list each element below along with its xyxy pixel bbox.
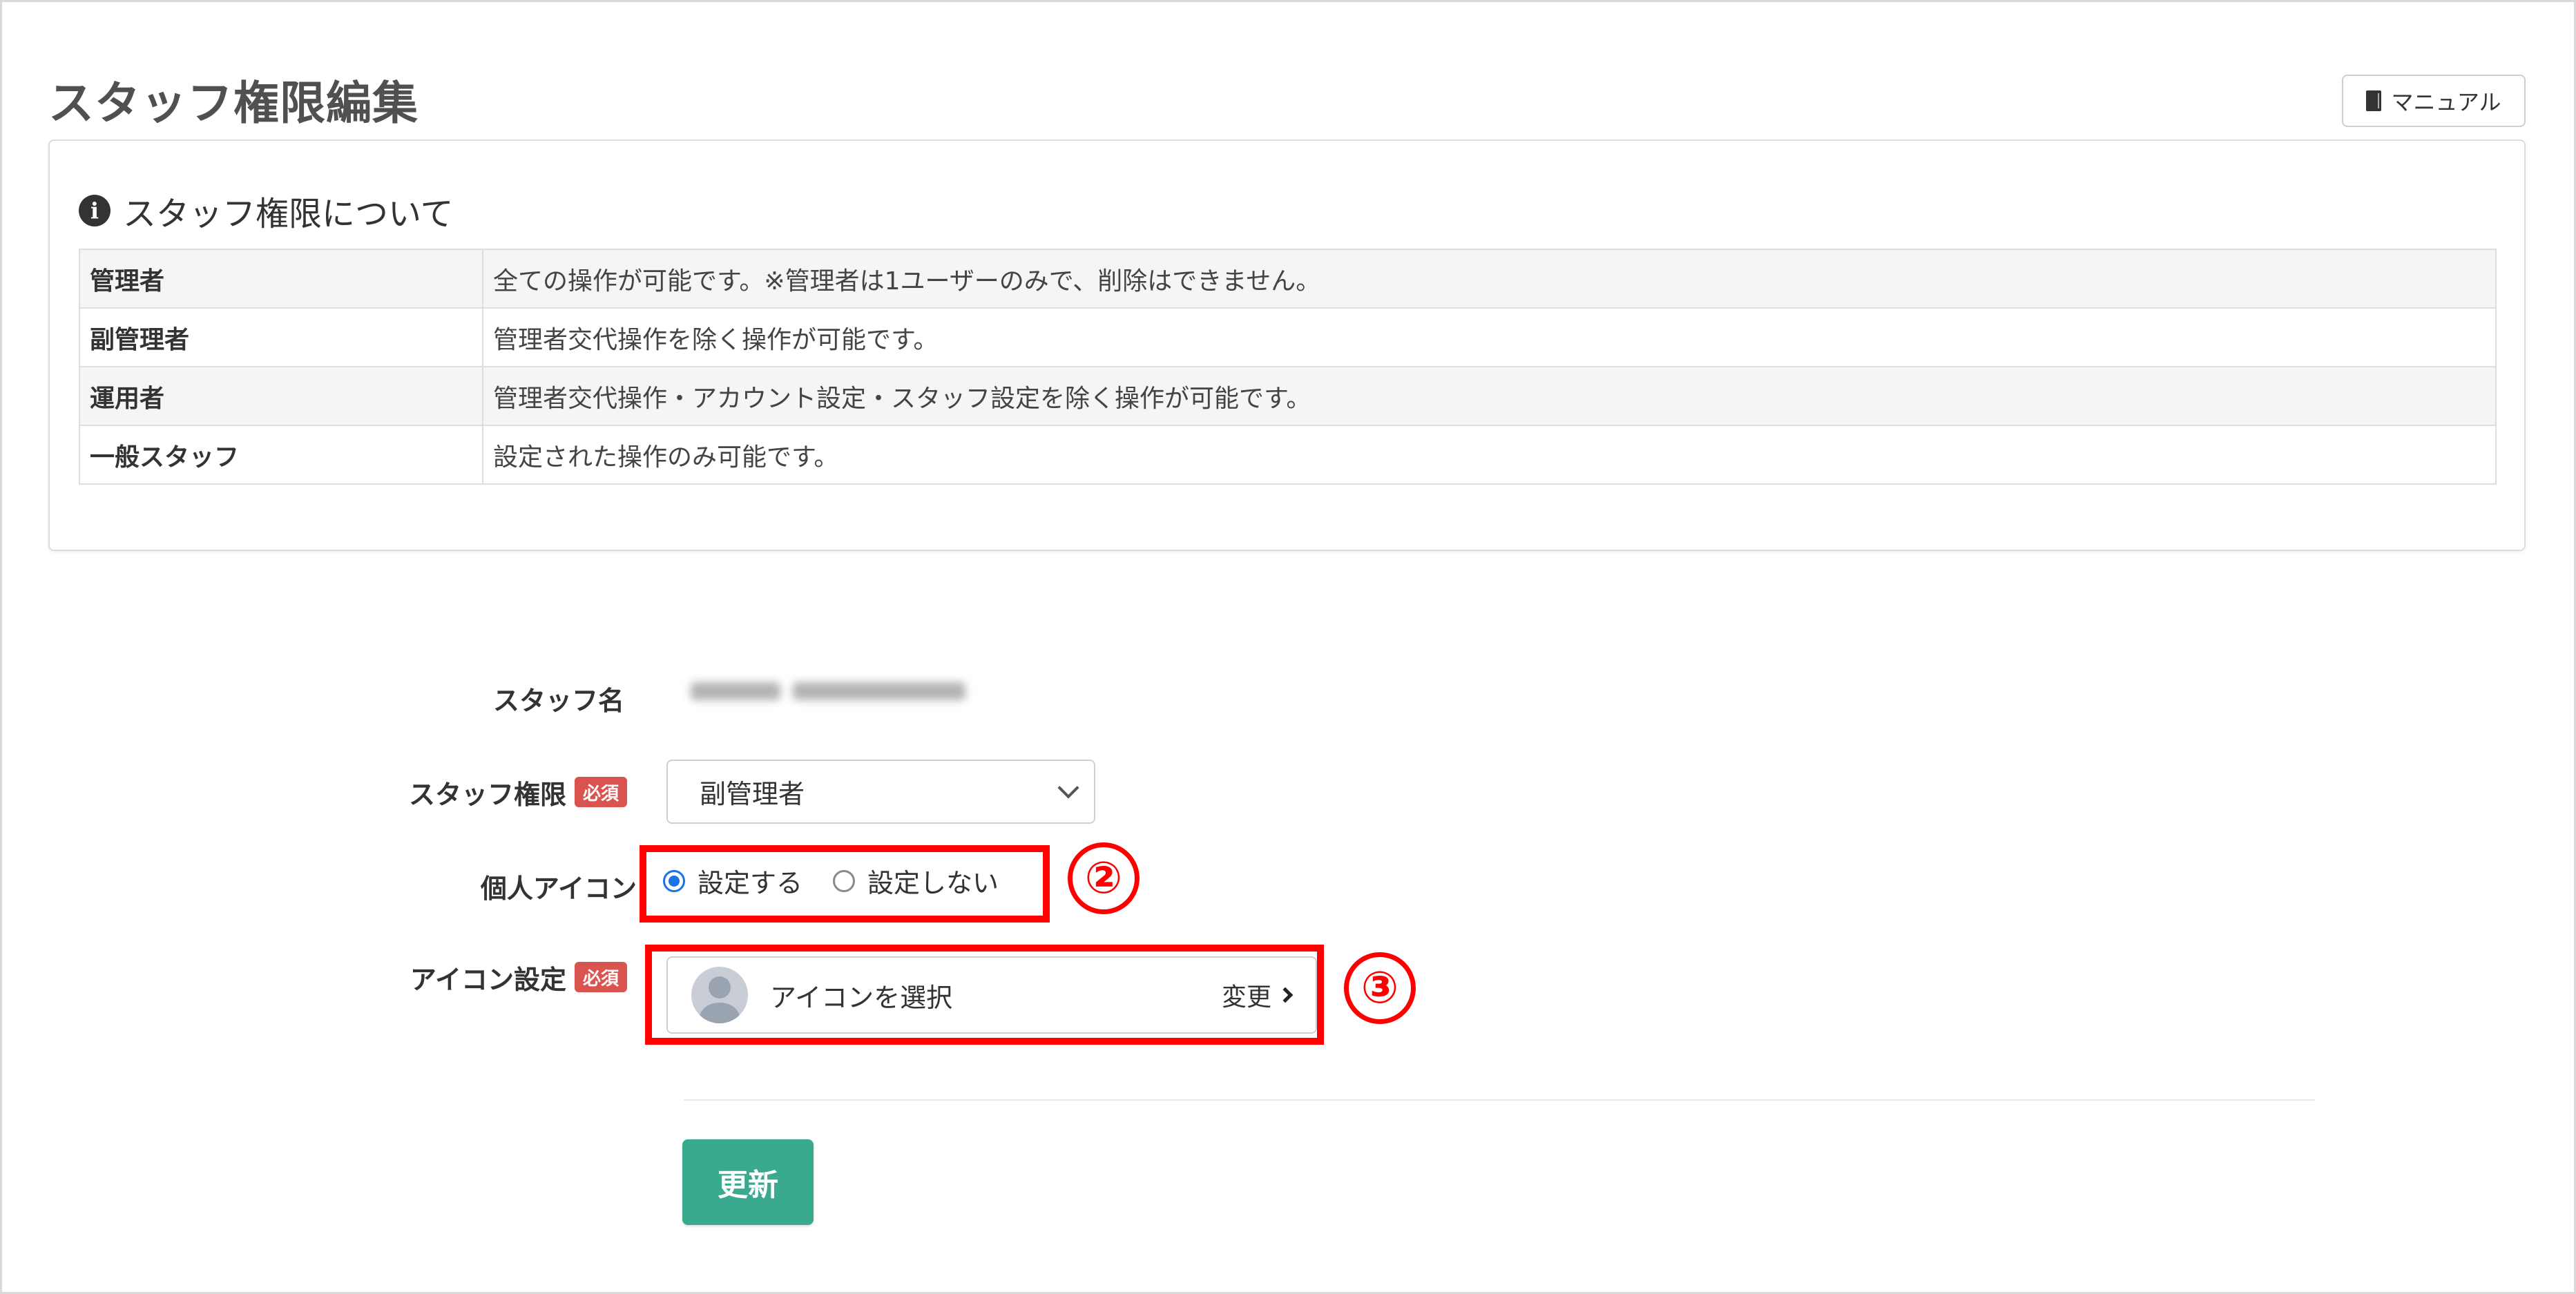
role-cell: 運用者 <box>79 366 483 426</box>
permission-info-card: i スタッフ権限について 管理者 全ての操作が可能です。※管理者は1ユーザーのみ… <box>48 139 2526 551</box>
form-divider <box>684 1099 2315 1101</box>
role-cell: 副管理者 <box>79 307 483 367</box>
role-description-cell: 管理者交代操作・アカウント設定・スタッフ設定を除く操作が可能です。 <box>482 366 2497 426</box>
table-row: 一般スタッフ 設定された操作のみ可能です。 <box>79 425 2497 485</box>
staff-permission-selected-value: 副管理者 <box>700 779 805 809</box>
staff-permission-label: スタッフ権限 <box>408 780 566 810</box>
update-button[interactable]: 更新 <box>682 1139 814 1225</box>
info-circle-icon: i <box>79 195 110 226</box>
manual-button-label: マニュアル <box>2391 90 2501 115</box>
role-description-cell: 設定された操作のみ可能です。 <box>482 425 2497 485</box>
annotation-marker-3: ③ <box>1344 952 1416 1024</box>
icon-setting-label: アイコン設定 <box>410 965 566 995</box>
staff-permission-select[interactable]: 副管理者 <box>666 760 1095 824</box>
highlight-box-2 <box>640 845 1050 923</box>
highlight-box-3 <box>645 945 1324 1045</box>
role-cell: 一般スタッフ <box>79 425 483 485</box>
chevron-down-icon <box>1057 776 1079 799</box>
page-title: スタッフ権限編集 <box>48 77 419 130</box>
table-row: 副管理者 管理者交代操作を除く操作が可能です。 <box>79 307 2497 367</box>
permission-table: 管理者 全ての操作が可能です。※管理者は1ユーザーのみで、削除はできません。 副… <box>79 249 2497 485</box>
personal-icon-label: 個人アイコン <box>480 873 637 904</box>
required-badge: 必須 <box>575 962 628 992</box>
role-cell: 管理者 <box>79 249 483 309</box>
staff-name-value-redacted <box>691 674 974 708</box>
annotation-marker-2: ② <box>1068 842 1140 914</box>
permission-info-title: スタッフ権限について <box>123 195 454 233</box>
table-row: 運用者 管理者交代操作・アカウント設定・スタッフ設定を除く操作が可能です。 <box>79 366 2497 426</box>
book-icon <box>2366 90 2382 111</box>
staff-name-label: スタッフ名 <box>492 686 624 716</box>
role-description-cell: 全ての操作が可能です。※管理者は1ユーザーのみで、削除はできません。 <box>482 249 2497 309</box>
manual-button[interactable]: マニュアル <box>2342 75 2526 127</box>
table-row: 管理者 全ての操作が可能です。※管理者は1ユーザーのみで、削除はできません。 <box>79 249 2497 309</box>
role-description-cell: 管理者交代操作を除く操作が可能です。 <box>482 307 2497 367</box>
permission-info-heading: i スタッフ権限について <box>79 186 454 235</box>
required-badge: 必須 <box>575 777 628 807</box>
